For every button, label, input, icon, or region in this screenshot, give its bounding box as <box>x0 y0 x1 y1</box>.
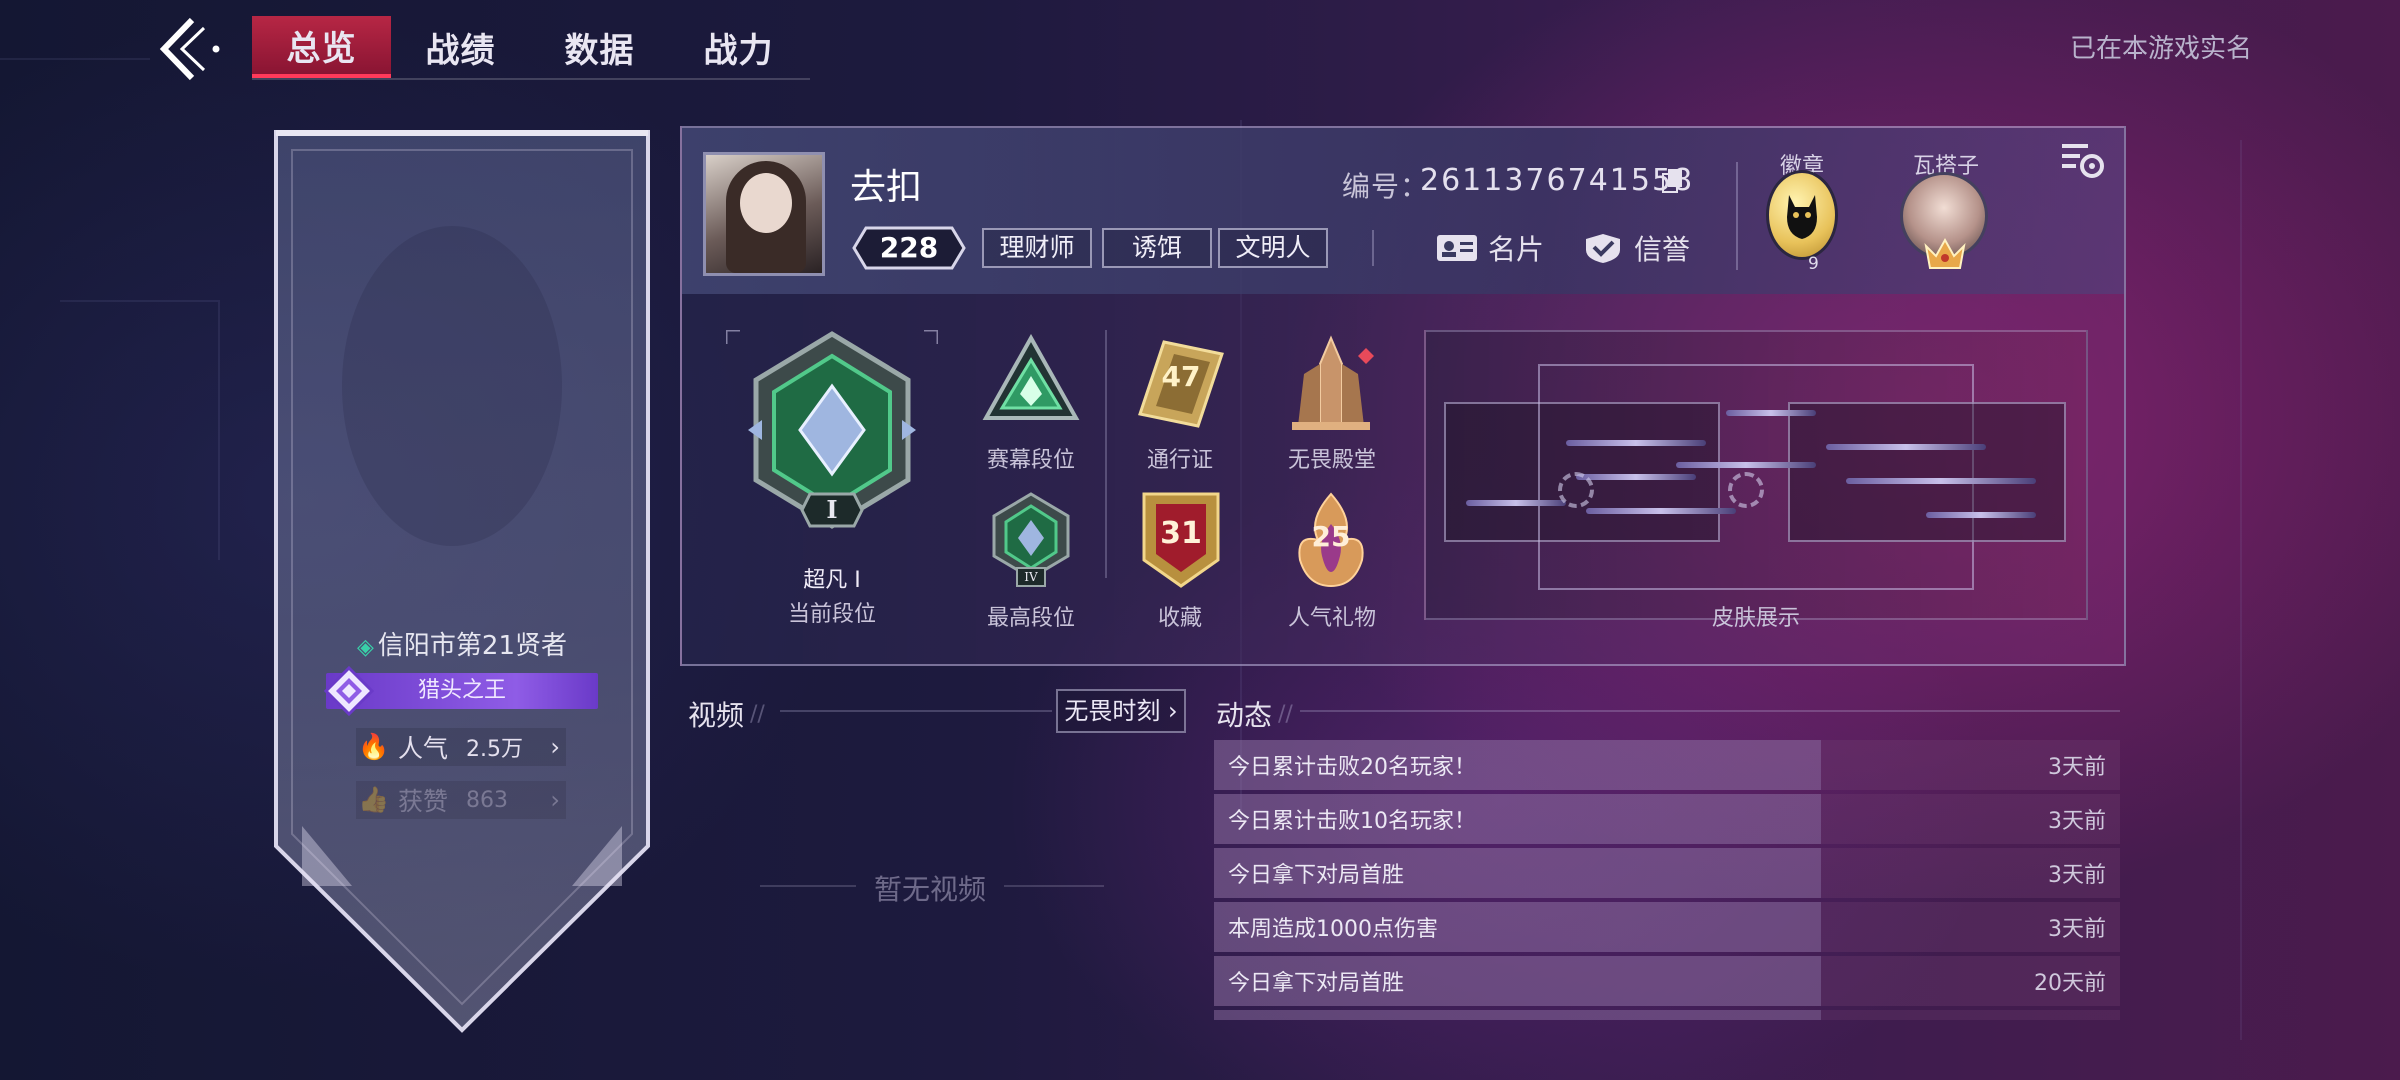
popularity-gift-label: 人气礼物 <box>1287 606 1376 631</box>
medal-badge[interactable] <box>1766 170 1838 260</box>
level-badge: 228 <box>852 226 966 270</box>
fearless-hall-label: 无畏殿堂 <box>1287 448 1376 473</box>
player-avatar[interactable] <box>703 152 825 276</box>
popularity-row[interactable]: 🔥 人气 2.5万 › <box>356 728 566 766</box>
tab-overview[interactable]: 总览 <box>252 16 391 78</box>
player-id-value: 2611376741558 <box>1420 163 1695 198</box>
hunter-badge-icon <box>323 665 375 717</box>
divider <box>780 710 1052 712</box>
tab-records[interactable]: 战绩 <box>391 16 530 78</box>
fearless-moments-button[interactable]: 无畏时刻 › <box>1056 689 1186 733</box>
highest-rank-label: 最高段位 <box>986 606 1075 631</box>
current-rank-label: 当前段位 <box>787 602 876 627</box>
weapon-skin-image <box>1846 478 2036 484</box>
crown-icon <box>1924 236 1966 272</box>
divider <box>1300 710 2120 712</box>
collection-label: 收藏 <box>1157 606 1202 631</box>
weapon-skin-image <box>1586 508 1736 514</box>
popularity-label: 人气 <box>398 734 449 763</box>
profile-banner <box>272 126 652 1036</box>
gem-icon: ◈ <box>356 635 374 660</box>
feed-item[interactable]: 今日拿下对局首胜 3天前 <box>1214 848 2120 898</box>
battlepass-value: 47 <box>1161 360 1201 393</box>
no-video-text: 暂无视频 <box>873 873 986 906</box>
weapon-skin-image <box>1466 500 1566 506</box>
feed-section-title: 动态 <box>1216 699 1273 732</box>
feed-item[interactable]: 今日累计击败10名玩家！ 3天前 <box>1214 794 2120 844</box>
feed-item[interactable]: 本周造成1000点伤害 3天前 <box>1214 902 2120 952</box>
season-rank-label: 赛幕段位 <box>986 448 1075 473</box>
realname-status: 已在本游戏实名 <box>2070 34 2253 64</box>
weapon-skin-image <box>1566 440 1706 446</box>
name-card-button[interactable]: 名片 <box>1436 226 1544 270</box>
feed-scroll-stub <box>1214 1010 2120 1020</box>
weapon-skin-image <box>1676 462 1816 468</box>
weapon-skin-image <box>1826 444 1986 450</box>
medal-count: 9 <box>1808 254 1819 274</box>
current-rank-emblem[interactable]: I <box>724 328 940 552</box>
highest-rank-numeral: IV <box>1024 570 1038 584</box>
thumbs-up-icon: 👍 <box>358 785 390 814</box>
level-value: 228 <box>879 231 939 264</box>
skin-slot[interactable] <box>1788 402 2066 542</box>
chevron-right-icon: › <box>550 733 560 761</box>
loading-icon <box>1558 472 1594 508</box>
feed-section-header: 动态 // <box>1216 694 1293 734</box>
player-name: 去扣 <box>850 167 923 208</box>
current-rank-name: 超凡 I <box>803 568 861 593</box>
collection-value: 31 <box>1160 516 1202 551</box>
likes-value: 863 <box>466 787 509 813</box>
weapon-skin-image <box>1726 410 1816 416</box>
popularity-gift-icon[interactable]: 25 <box>1284 490 1378 590</box>
cat-icon <box>1787 195 1817 239</box>
back-button[interactable] <box>150 14 230 84</box>
tab-data[interactable]: 数据 <box>530 16 669 78</box>
season-rank-icon[interactable] <box>976 333 1086 434</box>
collection-icon[interactable]: 31 <box>1136 490 1226 590</box>
loading-icon <box>1728 472 1764 508</box>
display-settings-icon[interactable] <box>2058 140 2108 182</box>
weapon-skin-image <box>1926 512 2036 518</box>
title-tag-bait[interactable]: 诱饵 <box>1102 228 1212 268</box>
divider <box>1105 330 1107 578</box>
back-arrow-icon <box>159 17 220 81</box>
popularity-value: 2.5万 <box>466 737 524 762</box>
tab-power[interactable]: 战力 <box>669 16 808 78</box>
divider <box>1372 230 1374 266</box>
copy-icon[interactable] <box>1662 168 1684 194</box>
battlepass-label: 通行证 <box>1146 448 1213 473</box>
popularity-gift-value: 25 <box>1311 520 1351 553</box>
title-tag-financier[interactable]: 理财师 <box>982 228 1092 268</box>
feed-item[interactable]: 今日累计击败20名玩家！ 3天前 <box>1214 740 2120 790</box>
title-tag-civilized[interactable]: 文明人 <box>1218 228 1328 268</box>
highest-rank-icon[interactable]: IV <box>990 492 1072 588</box>
chevron-right-icon: › <box>550 786 560 814</box>
skin-showcase-label: 皮肤展示 <box>1711 606 1800 631</box>
fearless-hall-icon[interactable] <box>1284 334 1378 434</box>
player-id-label: 编号： <box>1342 170 1430 203</box>
weapon-skin-image <box>1576 474 1696 480</box>
credit-button[interactable]: 信誉 <box>1582 226 1690 270</box>
rank-numeral: I <box>826 495 838 524</box>
chevron-right-icon: › <box>1160 697 1178 725</box>
shield-check-icon <box>1586 234 1620 263</box>
likes-row[interactable]: 👍 获赞 863 › <box>356 781 566 819</box>
divider <box>1736 162 1738 270</box>
city-title: ◈ 信阳市第21贤者 <box>356 631 567 661</box>
id-card-icon <box>1437 235 1477 261</box>
tab-bar: 总览 战绩 数据 战力 <box>252 16 810 80</box>
video-section-header: 视频 // <box>688 694 765 734</box>
video-section-title: 视频 <box>688 699 745 732</box>
battlepass-icon[interactable]: 47 <box>1134 334 1228 434</box>
feed-list: 今日累计击败20名玩家！ 3天前 今日累计击败10名玩家！ 3天前 今日拿下对局… <box>1214 740 2120 1020</box>
likes-label: 获赞 <box>398 787 449 816</box>
skin-showcase[interactable] <box>1424 330 2088 620</box>
feed-item[interactable]: 今日拿下对局首胜 20天前 <box>1214 956 2120 1006</box>
flame-icon: 🔥 <box>358 732 390 761</box>
